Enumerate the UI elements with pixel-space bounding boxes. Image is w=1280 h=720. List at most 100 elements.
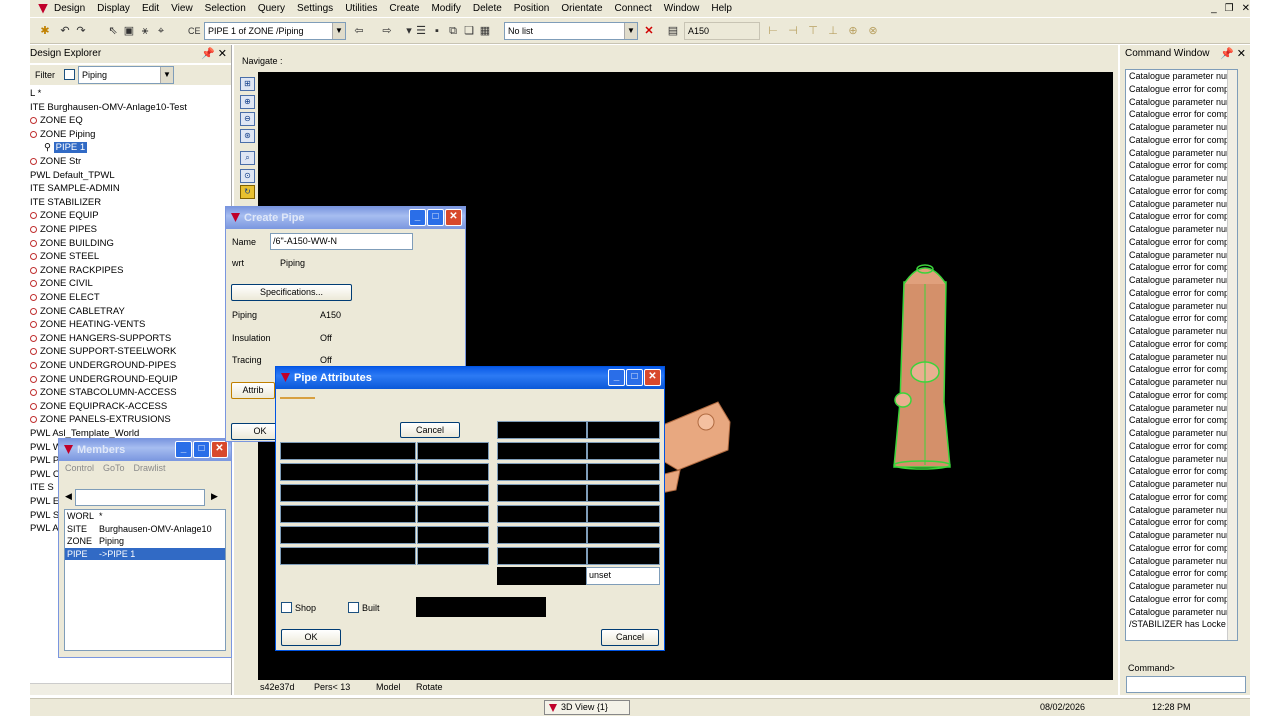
view-tab[interactable]: 3D View {1}: [544, 700, 630, 715]
menu-connect[interactable]: Connect: [615, 3, 658, 14]
pipe-tool-1-icon[interactable]: ⊢: [766, 24, 780, 38]
zoom-limits-icon[interactable]: ⊞: [240, 77, 255, 91]
save-icon[interactable]: ▪: [430, 24, 444, 38]
back-arrow-icon[interactable]: ⇦: [352, 24, 366, 38]
forward-arrow-icon[interactable]: ⇨: [380, 24, 394, 38]
menu-orientate[interactable]: Orientate: [561, 3, 608, 14]
pipe-tool-6-icon[interactable]: ⊗: [866, 24, 880, 38]
shop-checkbox[interactable]: [281, 602, 292, 613]
name-input[interactable]: /6"-A150-WW-N: [270, 233, 413, 250]
minimize-icon[interactable]: _: [409, 209, 426, 226]
tree-node[interactable]: ZONE STEEL: [30, 250, 99, 263]
menu-create[interactable]: Create: [389, 3, 425, 14]
select-box-icon[interactable]: ▣: [122, 24, 136, 38]
close-icon[interactable]: ✕: [644, 369, 661, 386]
pointer-icon[interactable]: ⇖: [106, 24, 120, 38]
tree-node[interactable]: ITE Burghausen-OMV-Anlage10-Test: [30, 101, 187, 114]
maximize-icon[interactable]: □: [626, 369, 643, 386]
attribute-cell[interactable]: [417, 526, 489, 544]
spec-field[interactable]: A150: [684, 22, 760, 40]
attribute-cancel-button[interactable]: Cancel: [400, 422, 460, 438]
attribute-cell[interactable]: [587, 505, 660, 523]
command-output-list[interactable]: Catalogue parameter nur Catalogue error f…: [1125, 69, 1238, 641]
tree-node[interactable]: PWL E: [30, 495, 59, 508]
tree-node[interactable]: ZONE HANGERS-SUPPORTS: [30, 332, 171, 345]
tree-node[interactable]: PWL A: [30, 522, 59, 535]
filter-checkbox[interactable]: [64, 69, 75, 80]
pick-icon[interactable]: ⌖: [154, 24, 168, 38]
menu-control[interactable]: Control: [65, 463, 94, 473]
explorer-hscrollbar[interactable]: [30, 683, 231, 695]
spec-icon[interactable]: ▤: [666, 24, 680, 38]
attribute-cell[interactable]: [497, 547, 587, 565]
tree-node[interactable]: ITE SAMPLE-ADMIN: [30, 182, 120, 195]
attribute-cell[interactable]: [497, 463, 587, 481]
pipe-tool-2-icon[interactable]: ⊣: [786, 24, 800, 38]
minimize-icon[interactable]: _: [175, 441, 192, 458]
tree-node[interactable]: ITE STABILIZER: [30, 196, 101, 209]
tree-node[interactable]: ZONE CIVIL: [30, 277, 93, 290]
redo-icon[interactable]: ↷: [74, 24, 88, 38]
zoom-in-icon[interactable]: ⊕: [240, 95, 255, 109]
minimize-icon[interactable]: _: [608, 369, 625, 386]
right-arrow-icon[interactable]: ▶: [211, 491, 218, 502]
star-icon[interactable]: ✱: [38, 24, 52, 38]
zoom-icon[interactable]: ⊙: [240, 169, 255, 183]
attribute-cell[interactable]: [417, 463, 489, 481]
attribute-cell[interactable]: [417, 505, 489, 523]
grid-icon[interactable]: ▦: [478, 24, 492, 38]
search-icon[interactable]: ⌕: [240, 151, 255, 165]
attribute-cell[interactable]: [497, 421, 587, 439]
tree-node[interactable]: L *: [30, 87, 41, 100]
clear-list-icon[interactable]: ✕: [642, 24, 656, 38]
attribute-cell[interactable]: [417, 547, 489, 565]
attribute-cell[interactable]: [280, 442, 416, 460]
rotate-icon[interactable]: ↻: [240, 185, 255, 199]
attribute-cell[interactable]: [587, 547, 660, 565]
filter-combo[interactable]: Piping ▼: [78, 66, 174, 84]
undo-icon[interactable]: ↶: [58, 24, 72, 38]
minimize-icon[interactable]: _: [1211, 3, 1217, 14]
member-item[interactable]: WORL *: [65, 510, 225, 523]
tree-node[interactable]: PWL S: [30, 509, 59, 522]
tree-node[interactable]: ZONE BUILDING: [30, 237, 114, 250]
close-icon[interactable]: ✕: [445, 209, 462, 226]
attribute-cell[interactable]: [587, 526, 660, 544]
close-icon[interactable]: ✕: [211, 441, 228, 458]
pipe-tool-3-icon[interactable]: ⊤: [806, 24, 820, 38]
member-item[interactable]: SITE Burghausen-OMV-Anlage10: [65, 523, 225, 536]
attribute-cell[interactable]: [497, 505, 587, 523]
menu-utilities[interactable]: Utilities: [345, 3, 383, 14]
command-vscrollbar[interactable]: [1227, 70, 1237, 640]
attribute-cell[interactable]: [497, 442, 587, 460]
tree-node[interactable]: ZONE SUPPORT-STEELWORK: [30, 345, 176, 358]
menu-position[interactable]: Position: [514, 3, 556, 14]
attribute-cell[interactable]: [280, 547, 416, 565]
attribute-cell[interactable]: [417, 484, 489, 502]
pin-close-icons[interactable]: 📌 ✕: [1220, 45, 1246, 63]
tree-node[interactable]: ZONE EQUIPRACK-ACCESS: [30, 400, 167, 413]
menu-window[interactable]: Window: [664, 3, 706, 14]
tree-node[interactable]: ZONE EQUIP: [30, 209, 99, 222]
tree-node[interactable]: ZONE EQ: [30, 114, 83, 127]
tree-node[interactable]: ZONE UNDERGROUND-PIPES: [30, 359, 176, 372]
attribute-cell[interactable]: [280, 463, 416, 481]
tree-node[interactable]: ZONE HEATING-VENTS: [30, 318, 145, 331]
pin-close-icons[interactable]: 📌 ✕: [201, 45, 227, 63]
tree-node[interactable]: PWL C: [30, 468, 60, 481]
hierarchy-icon[interactable]: ⚹: [138, 24, 152, 38]
built-checkbox[interactable]: [348, 602, 359, 613]
attribute-cell[interactable]: [280, 526, 416, 544]
command-input[interactable]: [1126, 676, 1246, 693]
attribute-cell[interactable]: [587, 421, 660, 439]
attrib-button[interactable]: Attrib: [231, 382, 275, 399]
attribute-cell[interactable]: [417, 442, 489, 460]
tree-node[interactable]: ZONE UNDERGROUND-EQUIP: [30, 373, 178, 386]
menu-drawlist[interactable]: Drawlist: [134, 463, 166, 473]
tree-node[interactable]: ZONE STABCOLUMN-ACCESS: [30, 386, 177, 399]
members-list[interactable]: WORL * SITE Burghausen-OMV-Anlage10 ZONE Pipi…: [64, 509, 226, 651]
attribute-cell[interactable]: [280, 505, 416, 523]
tree-node[interactable]: ZONE CABLETRAY: [30, 305, 125, 318]
walk-icon[interactable]: ⊛: [240, 129, 255, 143]
members-nav-field[interactable]: [75, 489, 205, 506]
